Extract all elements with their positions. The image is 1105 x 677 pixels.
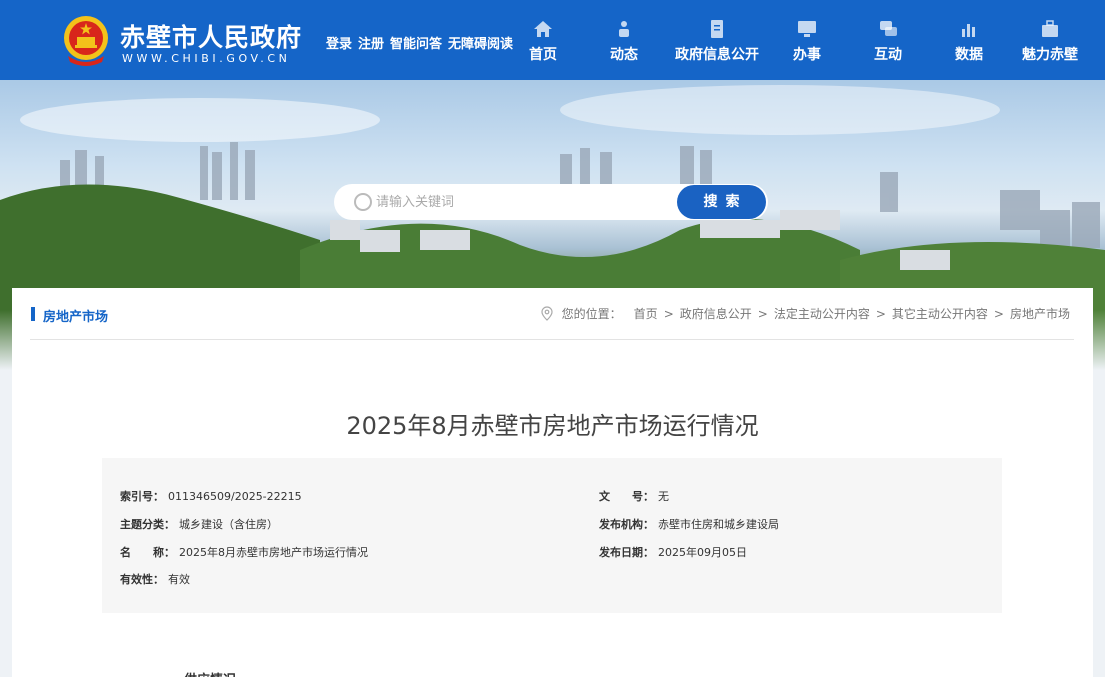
breadcrumb-separator: > [663,306,674,321]
breadcrumb-separator: > [875,306,886,321]
nav-item-home[interactable]: 首页 [510,0,576,80]
nav-item-charm-chibi[interactable]: 魅力赤壁 [1014,0,1086,80]
breadcrumb: 您的位置： 首页 > 政府信息公开 > 法定主动公开内容 > 其它主动公开内容 … [540,305,1070,322]
breadcrumb-separator: > [757,306,768,321]
nav-item-data[interactable]: 数据 [924,0,1014,80]
meta-value: 2025年09月05日 [658,546,747,559]
meta-org: 发布机构： 赤壁市住房和城乡建设局 [599,516,779,532]
column-title-marker [31,307,35,321]
meta-index: 索引号： 011346509/2025-22215 [120,488,302,504]
meta-label: 发布日期： [599,546,654,559]
section-heading: 一、供应情况 [158,669,236,677]
column-title[interactable]: 房地产市场 [43,306,108,325]
register-link[interactable]: 注册 [358,33,384,52]
monitor-icon [798,21,816,37]
meta-validity: 有效性： 有效 [120,571,190,587]
chat-icon [880,21,897,36]
site-header: 赤壁市人民政府 WWW.CHIBI.GOV.CN 登录 注册 智能问答 无障碍阅… [0,0,1105,80]
search-input[interactable] [376,188,666,216]
nav-item-news[interactable]: 动态 [576,0,672,80]
briefcase-icon [1042,20,1058,37]
meta-label: 索引号： [120,490,164,503]
login-link[interactable]: 登录 [326,33,352,52]
breadcrumb-real-estate[interactable]: 房地产市场 [1010,305,1070,322]
main-nav: 首页 动态 政府信息公开 办事 互动 数据 魅力赤壁 [510,0,1086,80]
meta-value: 城乡建设（含住房） [179,518,278,531]
nav-label: 魅力赤壁 [1022,47,1078,63]
nav-item-services[interactable]: 办事 [762,0,852,80]
nav-label: 数据 [955,47,983,63]
meta-value: 2025年8月赤壁市房地产市场运行情况 [179,546,368,559]
smart-qa-link[interactable]: 智能问答 [390,33,442,52]
meta-label: 文 号： [599,490,654,503]
site-title[interactable]: 赤壁市人民政府 [120,18,302,54]
quick-links: 登录 注册 智能问答 无障碍阅读 [326,33,513,52]
nav-label: 政府信息公开 [675,47,759,63]
bar-chart-icon [962,24,975,37]
accessible-reading-link[interactable]: 无障碍阅读 [448,33,513,52]
nav-label: 互动 [874,47,902,63]
breadcrumb-separator: > [993,306,1004,321]
location-pin-icon [541,305,553,321]
site-url: WWW.CHIBI.GOV.CN [122,52,291,65]
home-icon [534,21,552,37]
meta-label: 发布机构： [599,518,654,531]
article-title: 2025年8月赤壁市房地产市场运行情况 [346,412,759,440]
breadcrumb-statutory[interactable]: 法定主动公开内容 [774,305,870,322]
meta-label: 名 称： [120,546,175,559]
nav-item-gov-info[interactable]: 政府信息公开 [672,0,762,80]
nav-label: 办事 [793,47,821,63]
nav-label: 首页 [529,47,557,63]
meta-value: 无 [658,490,669,503]
article-meta-panel: 索引号： 011346509/2025-22215 文 号： 无 主题分类： 城乡建设… [102,458,1002,613]
meta-value: 有效 [168,573,190,586]
nav-label: 动态 [610,47,638,63]
breadcrumb-home[interactable]: 首页 [634,305,658,322]
search-button[interactable]: 搜索 [677,185,766,219]
content-card: 房地产市场 您的位置： 首页 > 政府信息公开 > 法定主动公开内容 > 其它主… [12,288,1093,677]
meta-topic: 主题分类： 城乡建设（含住房） [120,516,278,532]
breadcrumb-other[interactable]: 其它主动公开内容 [892,305,988,322]
breadcrumb-prefix: 您的位置： [561,307,622,321]
divider [30,339,1074,340]
meta-doc-no: 文 号： 无 [599,488,669,504]
document-icon [711,20,723,38]
meta-name: 名 称： 2025年8月赤壁市房地产市场运行情况 [120,544,368,560]
meta-date: 发布日期： 2025年09月05日 [599,544,747,560]
meta-label: 主题分类： [120,518,175,531]
meta-label: 有效性： [120,573,164,586]
national-emblem-logo[interactable] [62,12,110,66]
breadcrumb-gov-info[interactable]: 政府信息公开 [680,305,752,322]
search-icon [354,193,372,211]
nav-item-interaction[interactable]: 互动 [852,0,924,80]
meta-value: 赤壁市住房和城乡建设局 [658,518,779,531]
news-icon [619,21,629,37]
meta-value: 011346509/2025-22215 [168,490,302,503]
